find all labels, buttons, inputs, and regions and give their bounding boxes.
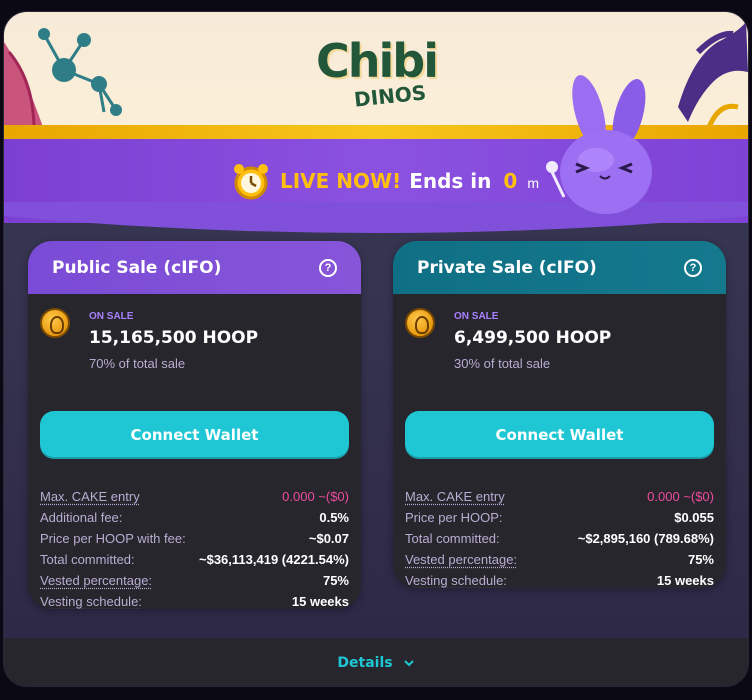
detail-row: Vesting schedule: 15 weeks [405, 570, 714, 588]
detail-value: 15 weeks [656, 573, 714, 588]
detail-row: Vesting schedule: 15 weeks [40, 591, 349, 609]
hoop-token-icon [40, 308, 70, 338]
detail-label[interactable]: Vested percentage: [405, 552, 517, 567]
private-sale-info: ON SALE 6,499,500 HOOP 30% of total sale [393, 294, 726, 399]
detail-value: 0.5% [319, 510, 349, 525]
detail-row: Total committed: ~$36,113,419 (4221.54%) [40, 549, 349, 570]
detail-label: Total committed: [405, 531, 500, 546]
ifo-card-frame: Chibi DINOS LIVE NOW! Ends in 0 m Public… [3, 11, 749, 687]
public-sale-card: Public Sale (cIFO) ? ON SALE 15,165,500 … [28, 241, 361, 609]
detail-value: 0.000 ~($0) [282, 489, 349, 504]
alarm-clock-icon [234, 164, 268, 200]
private-sale-card: Private Sale (cIFO) ? ON SALE 6,499,500 … [393, 241, 726, 588]
chevron-down-icon[interactable] [403, 657, 415, 669]
detail-label[interactable]: Max. CAKE entry [40, 489, 140, 504]
detail-value: ~$0.07 [308, 531, 349, 546]
countdown-unit: m [527, 175, 539, 191]
bunny-mascot-icon [546, 75, 652, 214]
detail-label: Price per HOOP with fee: [40, 531, 186, 546]
chibi-dinos-logo: Chibi DINOS [316, 34, 446, 114]
public-sale-header: Public Sale (cIFO) ? [28, 241, 361, 294]
private-sale-header: Private Sale (cIFO) ? [393, 241, 726, 294]
public-sale-title: Public Sale (cIFO) [52, 257, 222, 278]
sale-amount: 6,499,500 HOOP [454, 328, 612, 348]
detail-row: Max. CAKE entry 0.000 ~($0) [40, 486, 349, 507]
plant-decoration-icon [4, 28, 122, 130]
detail-value: $0.055 [674, 510, 714, 525]
sale-amount: 15,165,500 HOOP [89, 328, 259, 348]
leaf-decoration-icon [678, 22, 748, 130]
sale-percentage: 70% of total sale [89, 356, 186, 371]
detail-row: Total committed: ~$2,895,160 (789.68%) [405, 528, 714, 549]
private-sale-details: Max. CAKE entry 0.000 ~($0) Price per HO… [405, 486, 714, 588]
detail-value: 75% [687, 552, 714, 567]
detail-value: 75% [322, 573, 349, 588]
detail-label[interactable]: Vesting schedule: [40, 594, 142, 609]
detail-row: Vested percentage: 75% [405, 549, 714, 570]
detail-row: Price per HOOP: $0.055 [405, 507, 714, 528]
detail-value: 15 weeks [291, 594, 349, 609]
detail-row: Vested percentage: 75% [40, 570, 349, 591]
countdown-value: 0 [503, 169, 518, 193]
help-icon[interactable]: ? [684, 258, 702, 277]
detail-row: Max. CAKE entry 0.000 ~($0) [405, 486, 714, 507]
detail-label: Price per HOOP: [405, 510, 503, 525]
detail-label: Total committed: [40, 552, 135, 567]
details-toggle[interactable]: Details [337, 655, 392, 671]
on-sale-label: ON SALE [89, 311, 134, 322]
detail-value: ~$36,113,419 (4221.54%) [199, 552, 349, 567]
detail-label: Additional fee: [40, 510, 123, 525]
private-sale-title: Private Sale (cIFO) [417, 257, 597, 278]
detail-label[interactable]: Vesting schedule: [405, 573, 507, 588]
connect-wallet-button[interactable]: Connect Wallet [405, 411, 714, 459]
details-footer[interactable]: Details [4, 638, 748, 686]
detail-value: 0.000 ~($0) [647, 489, 714, 504]
live-status: LIVE NOW! Ends in 0 m [230, 161, 539, 201]
ends-in-label: Ends in [409, 169, 492, 193]
connect-wallet-button[interactable]: Connect Wallet [40, 411, 349, 459]
detail-row: Price per HOOP with fee: ~$0.07 [40, 528, 349, 549]
detail-value: ~$2,895,160 (789.68%) [577, 531, 714, 546]
detail-label[interactable]: Max. CAKE entry [405, 489, 505, 504]
live-now-label: LIVE NOW! [280, 169, 402, 193]
public-sale-details: Max. CAKE entry 0.000 ~($0) Additional f… [40, 486, 349, 609]
sale-percentage: 30% of total sale [454, 356, 551, 371]
public-sale-info: ON SALE 15,165,500 HOOP 70% of total sal… [28, 294, 361, 399]
detail-label[interactable]: Vested percentage: [40, 573, 152, 588]
detail-row: Additional fee: 0.5% [40, 507, 349, 528]
help-icon[interactable]: ? [319, 258, 337, 277]
hoop-token-icon [405, 308, 435, 338]
on-sale-label: ON SALE [454, 311, 499, 322]
